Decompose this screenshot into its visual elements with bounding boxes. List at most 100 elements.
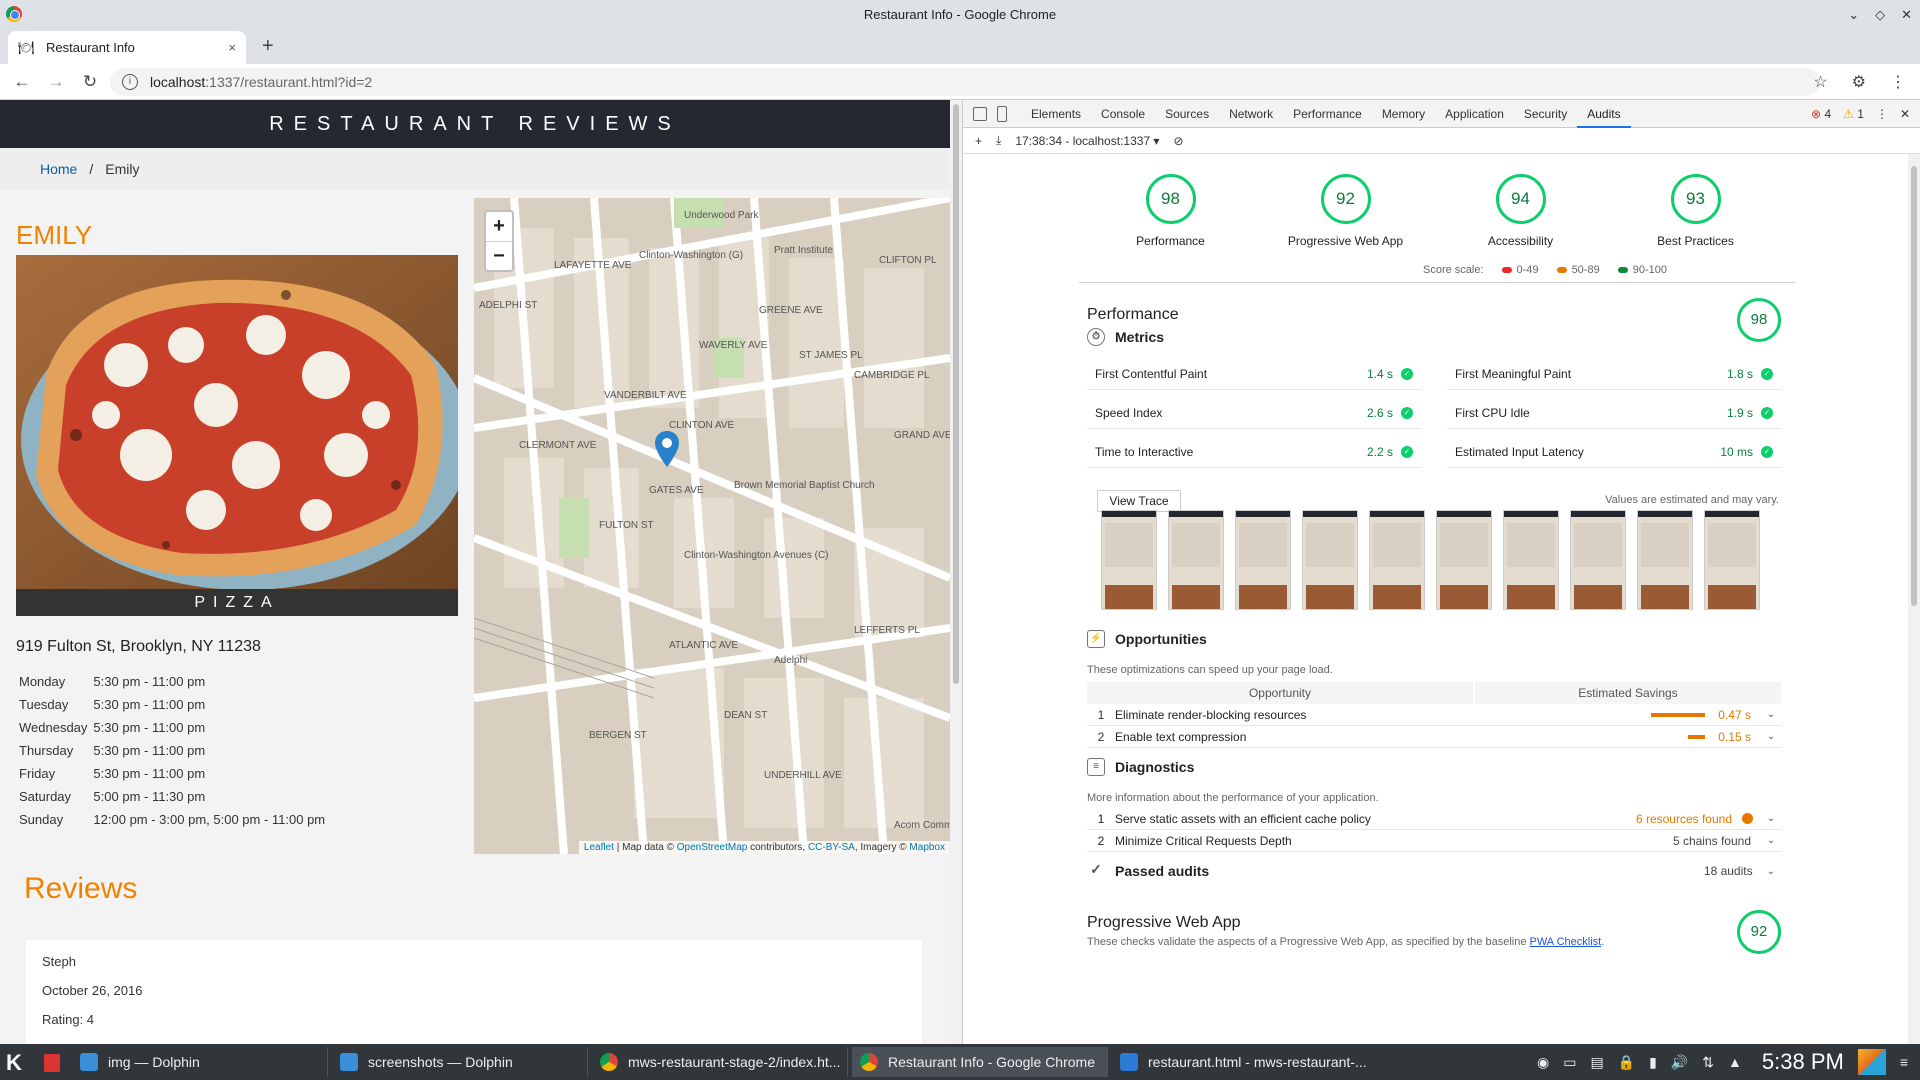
taskbar-item-vscode[interactable]: restaurant.html - mws-restaurant-... — [1112, 1047, 1368, 1077]
warning-count-value: 1 — [1857, 107, 1864, 121]
extension-icon[interactable]: ⚙ — [1852, 72, 1866, 92]
forward-icon[interactable]: → — [44, 72, 68, 92]
osm-link[interactable]: OpenStreetMap — [677, 842, 748, 853]
filmstrip-frame — [1369, 510, 1425, 610]
reviews-title: Reviews — [24, 872, 138, 905]
back-icon[interactable]: ← — [10, 72, 34, 92]
diagnostic-row[interactable]: 1 Serve static assets with an efficient c… — [1087, 808, 1781, 830]
tray-network-icon[interactable]: ⇅ — [1702, 1054, 1714, 1071]
site-info-icon[interactable]: i — [122, 74, 138, 90]
chevron-down-icon[interactable]: ⌄ — [1761, 813, 1781, 824]
map[interactable]: LAFAYETTE AVE Clinton-Washington (G) Pra… — [474, 198, 950, 854]
tab-security[interactable]: Security — [1514, 100, 1577, 128]
map-marker-icon[interactable] — [655, 431, 679, 467]
site-header: RESTAURANT REVIEWS — [0, 100, 950, 148]
show-desktop-icon[interactable] — [1857, 1049, 1886, 1075]
reload-icon[interactable]: ↻ — [78, 72, 102, 92]
score-scale: Score scale: 0-49 50-89 90-100 — [1423, 264, 1667, 276]
devtools-scrollbar[interactable] — [1908, 154, 1920, 1044]
clock[interactable]: 5:38 PM — [1762, 1049, 1844, 1075]
devtools-menu-icon[interactable]: ⋮ — [1876, 107, 1888, 121]
leaflet-link[interactable]: Leaflet — [584, 842, 614, 853]
warning-count[interactable]: ⚠ 1 — [1843, 107, 1864, 121]
page-scrollbar[interactable] — [950, 100, 962, 1044]
restaurant-address: 919 Fulton St, Brooklyn, NY 11238 — [16, 638, 261, 655]
tray-lock-icon[interactable]: 🔒 — [1618, 1054, 1635, 1071]
opportunity-row[interactable]: 1 Eliminate render-blocking resources 0.47… — [1087, 704, 1781, 726]
taskbar-item-img-dolphin[interactable]: img — Dolphin — [72, 1047, 328, 1077]
tab-sources[interactable]: Sources — [1155, 100, 1219, 128]
opportunity-title: Enable text compression — [1115, 729, 1247, 744]
tab-application[interactable]: Application — [1435, 100, 1514, 128]
chrome-menu-icon[interactable]: ⋮ — [1890, 72, 1906, 92]
chevron-down-icon[interactable]: ⌄ — [1761, 709, 1781, 720]
map-label: Pratt Institute — [774, 245, 833, 256]
popcorn-app-icon[interactable] — [44, 1054, 60, 1072]
maximize-icon[interactable]: ◇ — [1875, 7, 1885, 23]
tab-audits[interactable]: Audits — [1577, 100, 1631, 128]
mapbox-link[interactable]: Mapbox — [909, 842, 945, 853]
breadcrumb-home-link[interactable]: Home — [40, 161, 77, 177]
tray-expand-icon[interactable]: ▲ — [1728, 1054, 1742, 1070]
gauge-best-practices[interactable]: 93 Best Practices — [1608, 174, 1783, 248]
metric-row: First Contentful Paint 1.4 s ✓ — [1087, 358, 1421, 390]
new-audit-icon[interactable]: + — [975, 134, 982, 148]
hours-row: Wednesday 5:30 pm - 11:00 pm — [16, 716, 328, 739]
dolphin-icon — [340, 1053, 358, 1071]
download-report-icon[interactable]: ⤓ — [996, 133, 1001, 148]
bookmark-star-icon[interactable]: ☆ — [1813, 72, 1827, 92]
chevron-down-icon[interactable]: ⌄ — [1761, 731, 1781, 742]
review-date: October 26, 2016 — [42, 983, 143, 998]
gauge-label: Progressive Web App — [1287, 234, 1404, 248]
chevron-down-icon[interactable]: ⌄ — [1761, 835, 1781, 846]
opportunity-row[interactable]: 2 Enable text compression 0.15 s ⌄ — [1087, 726, 1781, 748]
cc-link[interactable]: CC-BY-SA — [808, 842, 855, 853]
audit-session-select[interactable]: 17:38:34 - localhost:1337 ▾ — [1015, 134, 1159, 148]
tray-battery-icon[interactable]: ▮ — [1649, 1054, 1657, 1071]
pwa-checklist-link[interactable]: PWA Checklist — [1530, 936, 1602, 948]
breadcrumb-current: Emily — [105, 161, 140, 177]
clear-audits-icon[interactable]: ⊘ — [1173, 134, 1183, 148]
view-trace-button[interactable]: View Trace — [1097, 490, 1181, 512]
panel-menu-icon[interactable]: ≡ — [1900, 1054, 1908, 1070]
taskbar-item-screenshots-dolphin[interactable]: screenshots — Dolphin — [332, 1047, 588, 1077]
taskbar-item-label: mws-restaurant-stage-2/index.ht... — [628, 1054, 841, 1070]
inspect-element-icon[interactable] — [973, 106, 987, 121]
tab-restaurant-info[interactable]: 🍽 Restaurant Info × — [8, 31, 246, 64]
tray-clipboard-icon[interactable]: ▤ — [1590, 1054, 1603, 1071]
devtools-scrollbar-thumb[interactable] — [1911, 166, 1917, 606]
error-count[interactable]: ⊗ 4 — [1811, 107, 1831, 121]
gauge-accessibility[interactable]: 94 Accessibility — [1433, 174, 1608, 248]
close-window-icon[interactable]: ✕ — [1901, 7, 1912, 23]
gauge-pwa[interactable]: 92 Progressive Web App — [1258, 174, 1433, 248]
zoom-in-button[interactable]: + — [486, 212, 512, 241]
tab-performance[interactable]: Performance — [1283, 100, 1372, 128]
tab-console[interactable]: Console — [1091, 100, 1155, 128]
tab-elements[interactable]: Elements — [1021, 100, 1091, 128]
kde-launcher-icon[interactable]: K — [6, 1050, 22, 1076]
taskbar-item-chrome-index[interactable]: mws-restaurant-stage-2/index.ht... — [592, 1047, 848, 1077]
chevron-down-icon[interactable]: ⌄ — [1767, 866, 1775, 877]
devtools-close-icon[interactable]: ✕ — [1900, 107, 1910, 121]
device-toolbar-icon[interactable] — [997, 105, 1007, 122]
hours-time: 5:30 pm - 11:00 pm — [93, 766, 206, 781]
tab-close-icon[interactable]: × — [228, 40, 236, 55]
breadcrumb: Home / Emily — [0, 148, 950, 190]
page-scrollbar-thumb[interactable] — [953, 104, 959, 684]
taskbar-item-restaurant-info[interactable]: Restaurant Info - Google Chrome — [852, 1047, 1108, 1077]
minimize-icon[interactable]: ⌄ — [1848, 7, 1859, 23]
tray-display-icon[interactable]: ▭ — [1563, 1054, 1576, 1071]
tab-network[interactable]: Network — [1219, 100, 1283, 128]
diagnostic-row[interactable]: 2 Minimize Critical Requests Depth 5 chain… — [1087, 830, 1781, 852]
restaurant-name: EMILY — [16, 220, 93, 250]
tray-volume-icon[interactable]: 🔊 — [1671, 1054, 1688, 1071]
zoom-out-button[interactable]: − — [486, 241, 512, 270]
passed-audits-row[interactable]: ✓ Passed audits 18 audits ⌄ — [1087, 862, 1781, 880]
browser-toolbar: ← → ↻ i localhost:1337/restaurant.html?i… — [0, 64, 1920, 100]
tab-memory[interactable]: Memory — [1372, 100, 1435, 128]
new-tab-button[interactable]: + — [262, 35, 274, 58]
address-bar[interactable]: i localhost:1337/restaurant.html?id=2 — [110, 68, 1820, 96]
savings-value: 0.15 s — [1718, 729, 1751, 744]
tray-app-icon[interactable]: ◉ — [1537, 1054, 1549, 1071]
gauge-performance[interactable]: 98 Performance — [1083, 174, 1258, 248]
